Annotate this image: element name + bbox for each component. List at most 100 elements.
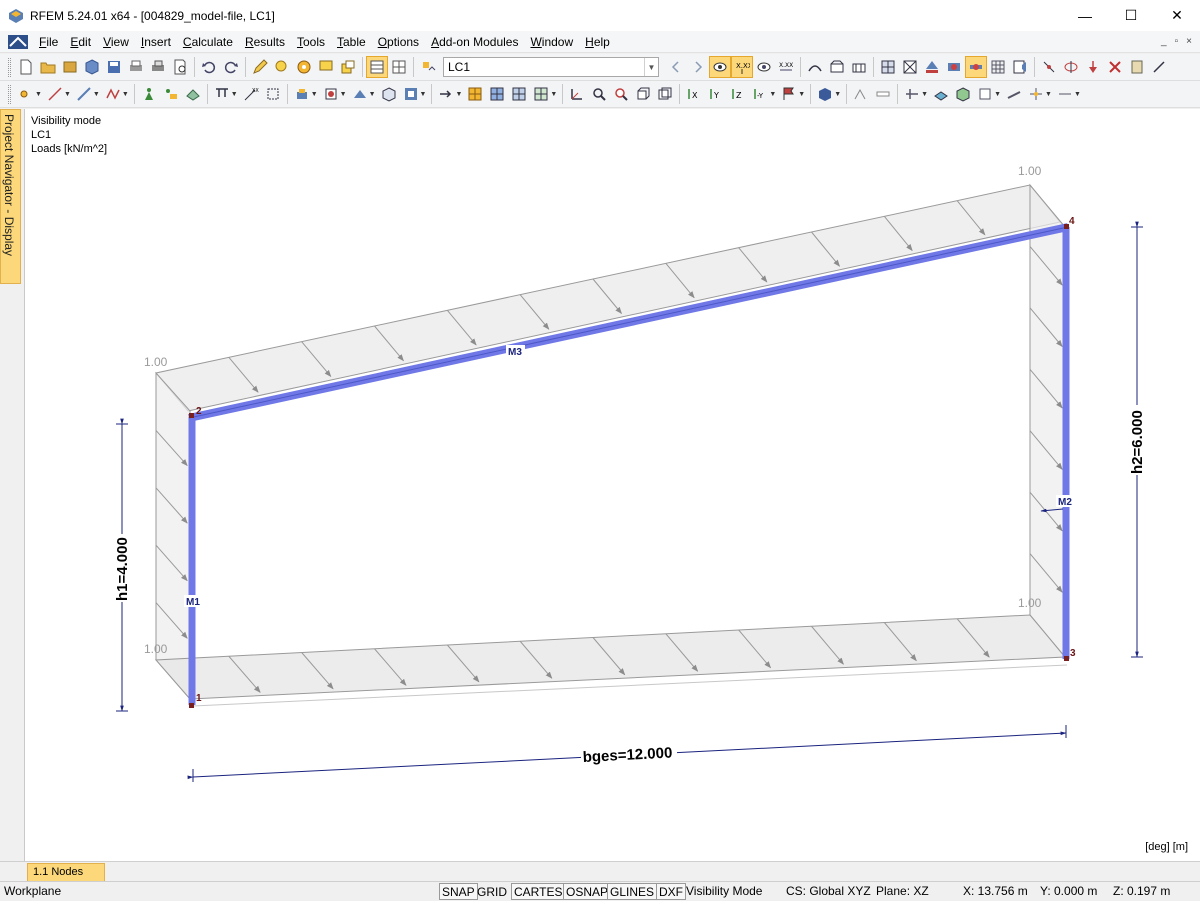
menu-results[interactable]: Results [239, 31, 291, 53]
menu-tools[interactable]: Tools [291, 31, 331, 53]
load-button[interactable] [211, 83, 233, 105]
view-button[interactable] [320, 83, 342, 105]
find-button[interactable] [271, 56, 293, 78]
glines-toggle[interactable]: GLINES [607, 883, 658, 900]
chevron-down-icon[interactable]: ▼ [994, 91, 1001, 98]
chevron-down-icon[interactable]: ▼ [834, 91, 841, 98]
clipboard-button[interactable] [1126, 56, 1148, 78]
new-polyline-button[interactable] [102, 83, 124, 105]
hinges-button[interactable] [943, 56, 965, 78]
chevron-down-icon[interactable]: ▼ [369, 91, 376, 98]
section-cut-button[interactable] [901, 83, 923, 105]
chevron-down-icon[interactable]: ▼ [1074, 91, 1081, 98]
surface-edit-button[interactable] [1003, 83, 1025, 105]
value-filter-button[interactable]: X.XX [775, 56, 797, 78]
supports-button[interactable] [921, 56, 943, 78]
hinge-release-button[interactable] [160, 83, 182, 105]
solid-button[interactable] [952, 83, 974, 105]
menu-insert[interactable]: Insert [135, 31, 177, 53]
close-button[interactable]: ✕ [1154, 0, 1200, 31]
chevron-down-icon[interactable]: ▼ [769, 91, 776, 98]
section-display-button[interactable] [1060, 56, 1082, 78]
node-display-button[interactable] [1038, 56, 1060, 78]
menu-help[interactable]: Help [579, 31, 616, 53]
fe-mesh-button[interactable] [899, 56, 921, 78]
chevron-down-icon[interactable]: ▼ [420, 91, 427, 98]
chevron-down-icon[interactable]: ▼ [35, 91, 42, 98]
next-load-case-button[interactable] [687, 56, 709, 78]
menu-view[interactable]: View [97, 31, 135, 53]
dimension-line-button[interactable] [872, 83, 894, 105]
print-graphic-button[interactable] [147, 56, 169, 78]
printout-report-button[interactable] [169, 56, 191, 78]
dimension-button[interactable] [262, 83, 284, 105]
edit-button[interactable] [249, 56, 271, 78]
move-button[interactable] [435, 83, 457, 105]
plate-button[interactable] [930, 83, 952, 105]
show-values-button[interactable]: X.XX [731, 56, 753, 78]
chevron-down-icon[interactable]: ▼ [921, 91, 928, 98]
visibility-button[interactable] [753, 56, 775, 78]
minimize-button[interactable]: — [1062, 0, 1108, 31]
surface-support-button[interactable] [182, 83, 204, 105]
redo-button[interactable] [220, 56, 242, 78]
chevron-down-icon[interactable]: ▼ [93, 91, 100, 98]
lines-table-button[interactable] [486, 83, 508, 105]
support-button[interactable] [138, 83, 160, 105]
mdi-close-button[interactable]: × [1186, 31, 1192, 53]
members-button[interactable] [965, 56, 987, 78]
load-case-select[interactable]: LC1 ▼ [443, 57, 659, 77]
view-settings-button[interactable] [1009, 56, 1031, 78]
menu-table[interactable]: Table [331, 31, 372, 53]
mdi-restore-button[interactable]: ▫ [1175, 31, 1179, 53]
chevron-down-icon[interactable]: ▼ [798, 91, 805, 98]
display-mode-button[interactable] [814, 83, 836, 105]
nodes-table-button[interactable] [464, 83, 486, 105]
new-file-button[interactable] [15, 56, 37, 78]
coordinate-button[interactable]: XX [240, 83, 262, 105]
deformation-button[interactable] [804, 56, 826, 78]
view-x-button[interactable]: X [683, 83, 705, 105]
chevron-down-icon[interactable]: ▼ [311, 91, 318, 98]
zoom-all-button[interactable] [610, 83, 632, 105]
mdi-minimize-button[interactable]: _ [1161, 31, 1167, 53]
chevron-down-icon[interactable]: ▼ [455, 91, 462, 98]
iso-view-button[interactable] [378, 83, 400, 105]
guideline-button[interactable] [850, 83, 872, 105]
menu-window[interactable]: Window [524, 31, 579, 53]
view-z-button[interactable]: Z [727, 83, 749, 105]
toolbar-grip[interactable] [8, 57, 11, 77]
open-block-button[interactable] [59, 56, 81, 78]
chevron-down-icon[interactable]: ▼ [231, 91, 238, 98]
result-diagram-button[interactable] [826, 56, 848, 78]
table-view-button[interactable] [366, 56, 388, 78]
delete-button[interactable] [1104, 56, 1126, 78]
zoom-window-button[interactable] [588, 83, 610, 105]
view-3d-button[interactable] [632, 83, 654, 105]
select-button[interactable] [291, 83, 313, 105]
chevron-down-icon[interactable]: ▼ [122, 91, 129, 98]
document-icon[interactable] [7, 34, 29, 50]
opening-button[interactable] [974, 83, 996, 105]
new-line-button[interactable] [44, 83, 66, 105]
model-data-button[interactable] [81, 56, 103, 78]
new-member-button[interactable] [73, 83, 95, 105]
toolbar-grip[interactable] [8, 84, 11, 104]
menu-edit[interactable]: Edit [64, 31, 97, 53]
snap-point-button[interactable] [1025, 83, 1047, 105]
table-grid-button[interactable] [388, 56, 410, 78]
chevron-down-icon[interactable]: ▼ [550, 91, 557, 98]
cartes-toggle[interactable]: CARTES [511, 883, 566, 900]
maximize-button[interactable]: ☐ [1108, 0, 1154, 31]
osnap-toggle[interactable]: OSNAP [563, 883, 612, 900]
print-button[interactable] [125, 56, 147, 78]
undo-button[interactable] [198, 56, 220, 78]
target-button[interactable] [293, 56, 315, 78]
view-y-button[interactable]: Y [705, 83, 727, 105]
open-file-button[interactable] [37, 56, 59, 78]
view-iso-button[interactable] [654, 83, 676, 105]
comment-button[interactable] [315, 56, 337, 78]
load-display-button[interactable] [1082, 56, 1104, 78]
view-options-button[interactable] [400, 83, 422, 105]
show-results-button[interactable] [709, 56, 731, 78]
